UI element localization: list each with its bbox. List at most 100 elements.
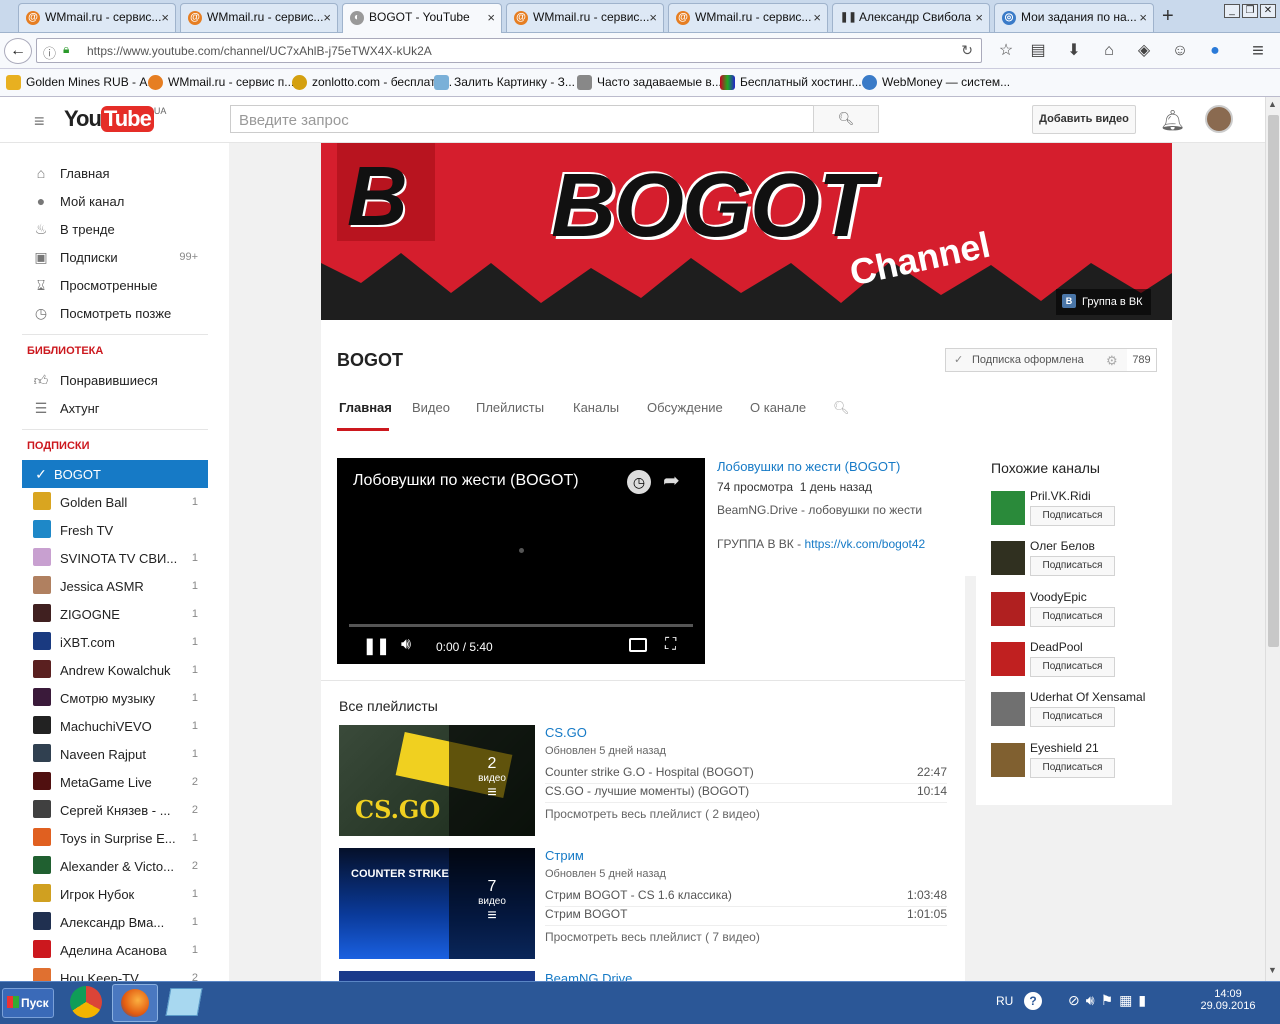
subscribe-button[interactable]: Подписаться [1030, 656, 1115, 677]
bookmark-item[interactable]: Залить Картинку - З... [434, 75, 575, 90]
new-tab-icon[interactable]: + [1162, 5, 1174, 28]
home-icon[interactable]: ⌂ [1099, 41, 1119, 61]
browser-tab[interactable]: @ WMmail.ru - сервис... × [668, 3, 828, 32]
sidebar-sub-item[interactable]: Сергей Князев - ... 2 [22, 796, 208, 824]
tab-channels[interactable]: Каналы [573, 400, 619, 415]
browser-tab-active[interactable]: ◐ BOGOT - YouTube × [342, 3, 502, 33]
watch-later-icon[interactable]: ◷ [627, 470, 651, 494]
chat-icon[interactable]: ☺ [1170, 41, 1190, 61]
subscribe-button[interactable]: Подписаться [1030, 707, 1115, 728]
start-button[interactable]: Пуск [2, 988, 54, 1018]
bookmark-item[interactable]: WMmail.ru - сервис п... [148, 75, 294, 90]
speaker-icon[interactable]: 🔊︎ [1086, 992, 1101, 1008]
scrollbar-thumb[interactable] [1268, 115, 1279, 647]
sidebar-item-my-channel[interactable]: ● Мой канал [22, 187, 208, 215]
sidebar-sub-item[interactable]: Alexander & Victo... 2 [22, 852, 208, 880]
reading-list-icon[interactable]: ▤ [1028, 41, 1048, 61]
sidebar-item-history[interactable]: ⌛︎ Просмотренные [22, 271, 208, 299]
close-tab-icon[interactable]: × [649, 10, 657, 25]
clock[interactable]: 14:09 29.09.2016 [1198, 988, 1258, 1012]
tab-videos[interactable]: Видео [412, 400, 450, 415]
sidebar-sub-item[interactable]: Аделина Асанова 1 [22, 936, 208, 964]
sidebar-sub-item[interactable]: Naveen Rajput 1 [22, 740, 208, 768]
related-channel-name[interactable]: Pril.VK.Ridi [1030, 489, 1091, 503]
sidebar-item-playlist[interactable]: ☰ Ахтунг [22, 394, 208, 422]
maximize-icon[interactable]: ❐ [1242, 4, 1258, 18]
minimize-icon[interactable]: _ [1224, 4, 1240, 18]
address-bar[interactable]: ⓘ 🔒︎ https://www.youtube.com/channel/UC7… [36, 38, 982, 63]
related-channel-name[interactable]: Uderhat Of Xensamal [1030, 690, 1145, 704]
power-icon[interactable]: ▮ [1138, 992, 1152, 1008]
playlist-thumbnail[interactable]: CS.GO 2 видео ≡ [339, 725, 535, 836]
bookmark-item[interactable]: zonlotto.com - бесплатн... [292, 75, 452, 90]
vk-group-link[interactable]: https://vk.com/bogot42 [804, 537, 925, 551]
browser-tab[interactable]: @ WMmail.ru - сервис... × [506, 3, 664, 32]
help-icon[interactable]: ? [1024, 992, 1042, 1010]
tab-home[interactable]: Главная [339, 400, 392, 415]
close-tab-icon[interactable]: × [323, 10, 331, 25]
scroll-up-icon[interactable]: ▲ [1268, 99, 1277, 109]
close-tab-icon[interactable]: × [975, 10, 983, 25]
featured-video-title[interactable]: Лобовушки по жести (BOGOT) [717, 459, 900, 474]
settings-gear-icon[interactable]: ⚙ [1106, 353, 1118, 369]
sidebar-sub-item[interactable]: Смотрю музыку 1 [22, 684, 208, 712]
share-icon[interactable]: ➦ [663, 468, 680, 493]
sidebar-item-home[interactable]: ⌂ Главная [22, 159, 208, 187]
search-button[interactable]: 🔍︎ [813, 105, 879, 133]
bookmark-star-icon[interactable]: ☆ [996, 41, 1016, 61]
channel-search-icon[interactable]: 🔍︎ [833, 400, 850, 416]
antivirus-icon[interactable]: ⊘ [1068, 992, 1086, 1008]
sidebar-item-watch-later[interactable]: ◷ Посмотреть позже [22, 299, 208, 327]
playlist-title[interactable]: Стрим [545, 848, 947, 868]
sidebar-sub-item[interactable]: Игрок Нубок 1 [22, 880, 208, 908]
avatar[interactable] [1205, 105, 1233, 133]
hamburger-menu-icon[interactable]: ≡ [34, 111, 45, 132]
tab-discussion[interactable]: Обсуждение [647, 400, 723, 415]
sidebar-item-trending[interactable]: ♨ В тренде [22, 215, 208, 243]
bookmark-item[interactable]: Часто задаваемые в... [577, 75, 722, 90]
playlist-video-row[interactable]: CS.GO - лучшие моменты) (BOGOT) 10:14 [545, 784, 947, 803]
browser-tab[interactable]: ❚❚ Александр Свибола × [832, 3, 990, 32]
channel-avatar[interactable] [991, 692, 1025, 727]
playlist-thumbnail[interactable] [339, 971, 535, 981]
subscribe-button[interactable]: Подписаться [1030, 757, 1115, 778]
video-player[interactable]: Лобовушки по жести (BOGOT) ◷ ➦ ❚❚ 🔊︎ 0:0… [337, 458, 705, 664]
search-input[interactable]: Введите запрос [230, 105, 814, 133]
notepad-icon[interactable] [165, 988, 203, 1016]
sidebar-sub-item[interactable]: SVINOTA TV СВИ... 1 [22, 544, 208, 572]
sidebar-sub-item[interactable]: Jessica ASMR 1 [22, 572, 208, 600]
playlist-title[interactable]: BeamNG Drive [545, 971, 947, 981]
fullscreen-icon[interactable]: ⛶ [665, 636, 676, 654]
sidebar-sub-item[interactable]: Fresh TV [22, 516, 208, 544]
progress-bar[interactable] [349, 624, 693, 627]
channel-avatar[interactable] [991, 742, 1025, 777]
network-icon[interactable]: ▦ [1119, 992, 1138, 1008]
channel-avatar[interactable] [991, 641, 1025, 676]
bookmark-item[interactable]: Бесплатный хостинг... [720, 75, 862, 90]
playlist-video-row[interactable]: Стрим BOGOT - CS 1.6 классика) 1:03:48 [545, 888, 947, 907]
back-icon[interactable]: ← [4, 38, 32, 64]
vk-link[interactable]: В Группа в ВК [1056, 289, 1151, 315]
add-video-button[interactable]: Добавить видео [1032, 105, 1136, 134]
pause-icon[interactable]: ❚❚ [363, 636, 390, 656]
browser-tab[interactable]: @ WMmail.ru - сервис... × [18, 3, 176, 32]
sidebar-sub-item[interactable]: MetaGame Live 2 [22, 768, 208, 796]
sidebar-sub-item[interactable]: Toys in Surprise E... 1 [22, 824, 208, 852]
chrome-icon[interactable] [70, 986, 102, 1018]
related-channel-name[interactable]: Eyeshield 21 [1030, 741, 1099, 755]
scroll-down-icon[interactable]: ▼ [1268, 965, 1277, 975]
pocket-icon[interactable]: ◈ [1134, 41, 1154, 61]
sidebar-sub-item[interactable]: iXBT.com 1 [22, 628, 208, 656]
playlist-thumbnail[interactable]: COUNTER STRIKE 7 видео ≡ [339, 848, 535, 959]
bookmark-item[interactable]: Golden Mines RUB - А... [6, 75, 157, 90]
page-scrollbar[interactable]: ▲ ▼ [1265, 97, 1280, 981]
menu-icon[interactable]: ≡ [1248, 41, 1268, 61]
tab-about[interactable]: О канале [750, 400, 806, 415]
playlist-video-row[interactable]: Стрим BOGOT 1:01:05 [545, 907, 947, 926]
download-icon[interactable]: ⬇ [1064, 41, 1084, 61]
channel-avatar[interactable] [991, 541, 1025, 576]
browser-tab[interactable]: ◎ Мои задания по на... × [994, 3, 1154, 32]
close-tab-icon[interactable]: × [487, 10, 495, 25]
sidebar-sub-item[interactable]: Golden Ball 1 [22, 488, 208, 516]
related-channel-name[interactable]: Олег Белов [1030, 539, 1095, 553]
